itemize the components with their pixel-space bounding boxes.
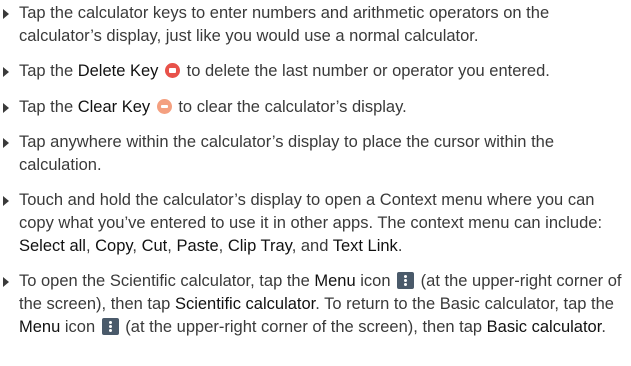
- bullet-icon: [3, 9, 9, 19]
- item-text-segment: to delete the last number or operator yo…: [182, 62, 550, 80]
- list-item: Tap the calculator keys to enter numbers…: [0, 2, 631, 48]
- basic-calculator-label: Basic calculator: [486, 318, 602, 336]
- item-text-segment: to clear the calculator’s display.: [173, 98, 407, 116]
- list-item: Tap the Delete Key to delete the last nu…: [0, 60, 631, 83]
- scientific-calculator-label: Scientific calculator: [174, 295, 316, 313]
- item-text-segment: icon: [355, 272, 396, 290]
- menu-option-paste: Paste: [176, 237, 219, 255]
- menu-icon: [397, 272, 415, 289]
- item-text-segment: Tap the calculator keys to enter numbers…: [19, 4, 550, 45]
- bullet-icon: [3, 138, 9, 148]
- separator: .: [397, 237, 403, 255]
- separator: ,: [218, 237, 228, 255]
- menu-option-copy: Copy: [95, 237, 133, 255]
- menu-label: Menu: [19, 318, 61, 336]
- item-text: Touch and hold the calculator’s display …: [19, 189, 625, 258]
- separator: , and: [291, 237, 333, 255]
- item-text: Tap the Delete Key to delete the last nu…: [19, 60, 625, 83]
- menu-icon: [101, 318, 119, 335]
- item-text-segment: Tap anywhere within the calculator’s dis…: [19, 133, 555, 174]
- menu-option-text-link: Text Link: [332, 237, 398, 255]
- separator: ,: [85, 237, 96, 255]
- delete-key-label: Delete Key: [77, 62, 159, 80]
- item-text-segment: Tap the: [19, 98, 78, 116]
- menu-label: Menu: [314, 272, 356, 290]
- list-item: To open the Scientific calculator, tap t…: [0, 270, 631, 339]
- bullet-icon: [3, 277, 9, 287]
- clear-key-icon: [156, 99, 172, 114]
- item-text-segment: icon: [60, 318, 100, 336]
- clear-key-label: Clear Key: [77, 98, 151, 116]
- instruction-list: Tap the calculator keys to enter numbers…: [0, 0, 631, 366]
- bullet-icon: [3, 67, 9, 77]
- item-text-segment: To open the Scientific calculator, tap t…: [19, 272, 315, 290]
- bullet-icon: [3, 103, 9, 113]
- delete-key-icon: [165, 63, 181, 78]
- item-text: To open the Scientific calculator, tap t…: [19, 270, 625, 339]
- bullet-icon: [3, 196, 9, 206]
- item-text-segment: .: [601, 318, 606, 336]
- menu-option-select-all: Select all: [19, 237, 86, 255]
- separator: ,: [132, 237, 142, 255]
- item-text: Tap the Clear Key to clear the calculato…: [19, 96, 625, 119]
- item-text-segment: Tap the: [19, 62, 78, 80]
- item-text-segment: Touch and hold the calculator’s display …: [19, 191, 603, 232]
- item-text: Tap the calculator keys to enter numbers…: [19, 2, 625, 48]
- menu-option-cut: Cut: [141, 237, 168, 255]
- list-item: Tap the Clear Key to clear the calculato…: [0, 96, 631, 119]
- list-item: Touch and hold the calculator’s display …: [0, 189, 631, 258]
- item-text-segment: . To return to the Basic calculator, tap…: [315, 295, 614, 313]
- menu-option-clip-tray: Clip Tray: [227, 237, 292, 255]
- list-item: Tap anywhere within the calculator’s dis…: [0, 131, 631, 177]
- item-text-segment: (at the upper-right corner of the screen…: [120, 318, 487, 336]
- item-text: Tap anywhere within the calculator’s dis…: [19, 131, 625, 177]
